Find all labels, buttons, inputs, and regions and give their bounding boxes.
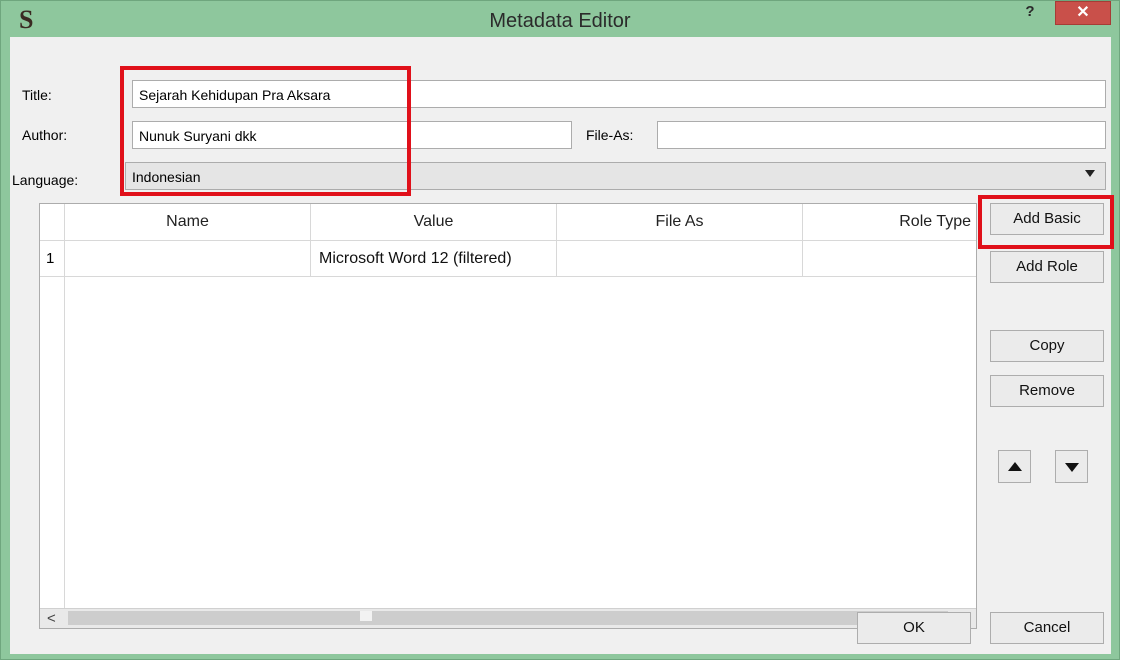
move-down-button[interactable]	[1055, 450, 1088, 483]
cell-role-type[interactable]	[803, 241, 976, 277]
horizontal-scrollbar[interactable]: < >	[40, 608, 976, 628]
file-as-label: File-As:	[586, 127, 634, 143]
cell-name[interactable]	[65, 241, 311, 277]
title-bar: S Metadata Editor ? ✕	[1, 1, 1119, 39]
row-number[interactable]: 1	[40, 241, 65, 277]
cancel-button[interactable]: Cancel	[990, 612, 1104, 644]
scrollbar-grip	[360, 611, 372, 621]
highlight-box-add-basic	[978, 195, 1114, 249]
help-button[interactable]: ?	[1011, 3, 1049, 25]
close-button[interactable]: ✕	[1055, 1, 1111, 25]
scrollbar-thumb[interactable]	[68, 611, 948, 625]
scroll-left-icon[interactable]: <	[47, 610, 56, 627]
add-role-button[interactable]: Add Role	[990, 251, 1104, 283]
cell-value[interactable]: Microsoft Word 12 (filtered)	[311, 241, 557, 277]
column-header-value[interactable]: Value	[311, 204, 557, 241]
column-header-file-as[interactable]: File As	[557, 204, 803, 241]
language-label: Language:	[12, 172, 79, 188]
arrow-up-icon	[1008, 462, 1022, 471]
author-label: Author:	[22, 127, 68, 143]
column-header-role-type[interactable]: Role Type	[803, 204, 976, 241]
file-as-input[interactable]	[657, 121, 1106, 149]
column-header-name[interactable]: Name	[65, 204, 311, 241]
copy-button[interactable]: Copy	[990, 330, 1104, 362]
dialog-body: Title: Sejarah Kehidupan Pra Aksara Auth…	[10, 37, 1114, 654]
remove-button[interactable]: Remove	[990, 375, 1104, 407]
window-title: Metadata Editor	[489, 10, 631, 32]
dropdown-arrow-icon	[1085, 170, 1095, 177]
metadata-table[interactable]: Name Value File As Role Type 1 Microsoft…	[39, 203, 977, 629]
move-up-button[interactable]	[998, 450, 1031, 483]
arrow-down-icon	[1065, 463, 1079, 472]
corner-header	[40, 204, 65, 241]
highlight-box-fields	[120, 66, 411, 196]
title-label: Title:	[22, 87, 52, 103]
metadata-editor-window: S Metadata Editor ? ✕ Title: Sejarah Keh…	[0, 0, 1120, 660]
cell-file-as[interactable]	[557, 241, 803, 277]
ok-button[interactable]: OK	[857, 612, 971, 644]
row-header-divider	[64, 204, 65, 610]
